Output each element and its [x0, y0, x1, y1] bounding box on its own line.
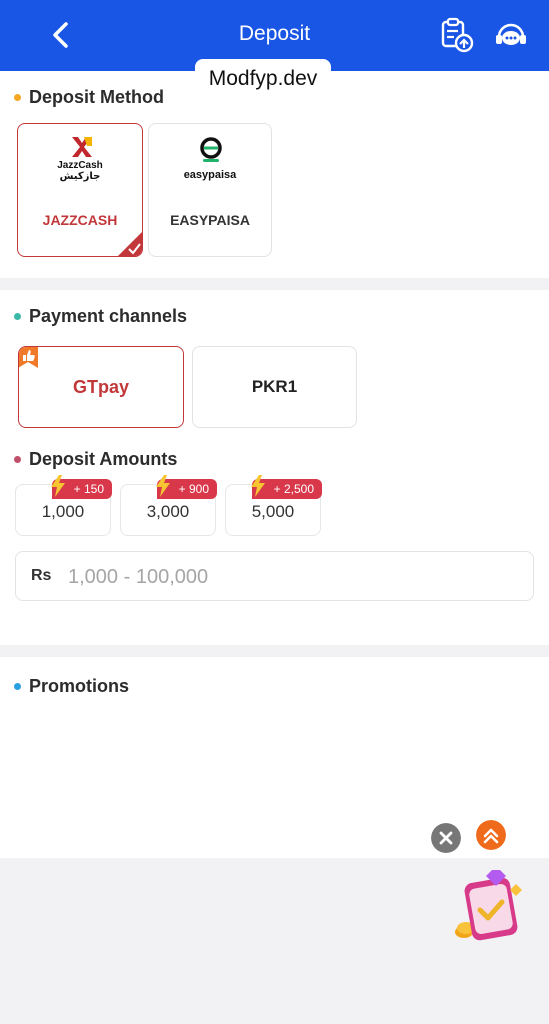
- bonus-text: + 150: [73, 482, 104, 496]
- amount-value: 5,000: [251, 502, 295, 521]
- pkr1-label: PKR1: [251, 377, 298, 396]
- close-icon[interactable]: [431, 823, 461, 853]
- amount-option[interactable]: + 150 1,000: [15, 475, 112, 536]
- payment-channels-heading: Payment channels: [14, 306, 187, 327]
- deposit-amounts-title: Deposit Amounts: [29, 449, 178, 469]
- promotions-heading: Promotions: [14, 676, 129, 697]
- gift-promo-icon[interactable]: [450, 868, 534, 948]
- easypaisa-logo-text: easypaisa: [183, 169, 237, 181]
- selected-check-icon: [118, 232, 142, 256]
- deposit-amounts-heading: Deposit Amounts: [14, 449, 177, 470]
- lightning-icon: [250, 475, 265, 497]
- channel-gtpay[interactable]: GTpay: [18, 346, 184, 428]
- bonus-badge: + 2,500: [250, 475, 322, 499]
- bonus-badge: + 900: [155, 475, 217, 499]
- amount-value: 1,000: [41, 502, 85, 521]
- gtpay-label: GTpay: [72, 377, 129, 397]
- section-dot: [14, 683, 21, 690]
- bonus-badge: + 150: [50, 475, 112, 499]
- lightning-icon: [155, 475, 170, 497]
- scroll-top-icon[interactable]: [476, 820, 506, 850]
- watermark-label: Modfyp.dev: [195, 59, 331, 99]
- easypaisa-logo-icon: [200, 137, 222, 162]
- lightning-icon: [50, 475, 65, 497]
- headset-chat-icon[interactable]: [493, 17, 529, 53]
- bonus-text: + 900: [178, 482, 209, 496]
- deposit-method-heading: Deposit Method: [14, 87, 164, 108]
- easypaisa-label: EASYPAISA: [170, 212, 250, 228]
- payment-channels-title: Payment channels: [29, 306, 188, 326]
- amount-input-box: Rs: [15, 551, 534, 601]
- deposit-method-title: Deposit Method: [29, 87, 164, 107]
- amount-value: 3,000: [146, 502, 190, 521]
- amount-option[interactable]: + 900 3,000: [120, 475, 217, 536]
- section-dot: [14, 94, 21, 101]
- clipboard-upload-icon[interactable]: [438, 17, 474, 53]
- jazzcash-logo-icon: [72, 137, 92, 157]
- amount-input[interactable]: [68, 562, 508, 592]
- method-jazzcash[interactable]: JazzCash جازکیش JAZZCASH: [17, 123, 143, 257]
- amount-option[interactable]: + 2,500 5,000: [225, 475, 322, 536]
- section-dot: [14, 313, 21, 320]
- recommended-thumb-icon: [19, 347, 38, 368]
- bonus-text: + 2,500: [273, 482, 314, 496]
- jazzcash-logo-urdu: جازکیش: [59, 171, 101, 182]
- currency-label: Rs: [31, 567, 52, 584]
- jazzcash-logo-text: JazzCash: [57, 160, 103, 171]
- jazzcash-label: JAZZCASH: [42, 212, 118, 228]
- method-easypaisa[interactable]: easypaisa EASYPAISA: [148, 123, 272, 257]
- section-dot: [14, 456, 21, 463]
- channel-pkr1[interactable]: PKR1: [192, 346, 357, 428]
- promotions-title: Promotions: [29, 676, 130, 696]
